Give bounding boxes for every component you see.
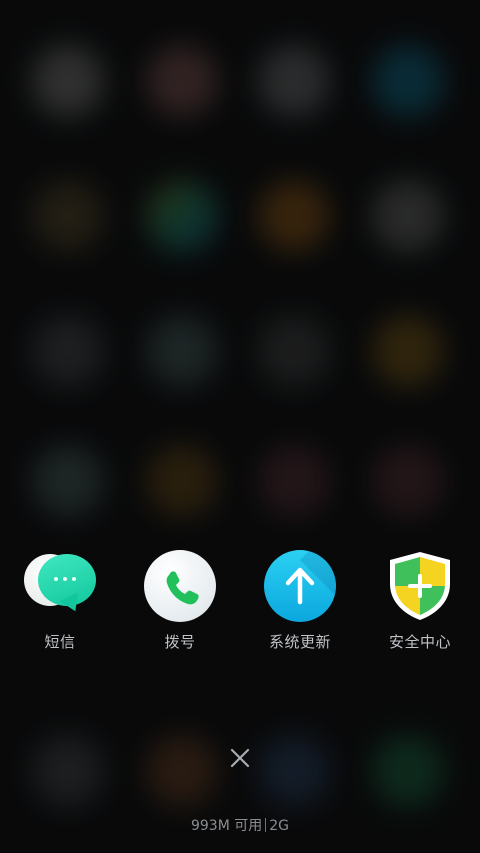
sms-icon <box>24 550 96 622</box>
blurred-homescreen-background <box>0 0 480 853</box>
system-update-icon <box>264 550 336 622</box>
recent-apps-row: 短信 拨号 系统更新 安全中心 <box>0 548 480 658</box>
recent-app-label: 系统更新 <box>268 633 331 651</box>
security-center-icon <box>384 550 456 622</box>
recent-app-security-center[interactable]: 安全中心 <box>360 548 480 658</box>
recent-apps-screen: 短信 拨号 系统更新 安全中心 993M 可用 2G <box>0 0 480 853</box>
divider <box>265 818 267 832</box>
recent-app-label: 短信 <box>44 633 76 651</box>
close-icon <box>230 748 250 768</box>
memory-status: 993M 可用 2G <box>0 815 480 835</box>
phone-icon <box>144 550 216 622</box>
recent-app-system-update[interactable]: 系统更新 <box>240 548 360 658</box>
memory-total: 2G <box>269 818 290 834</box>
recent-app-label: 拨号 <box>164 633 196 651</box>
recent-app-sms[interactable]: 短信 <box>0 548 120 658</box>
memory-available: 993M 可用 <box>190 818 263 834</box>
recent-app-label: 安全中心 <box>388 633 451 651</box>
clear-all-button[interactable] <box>224 742 256 774</box>
recent-app-dialer[interactable]: 拨号 <box>120 548 240 658</box>
